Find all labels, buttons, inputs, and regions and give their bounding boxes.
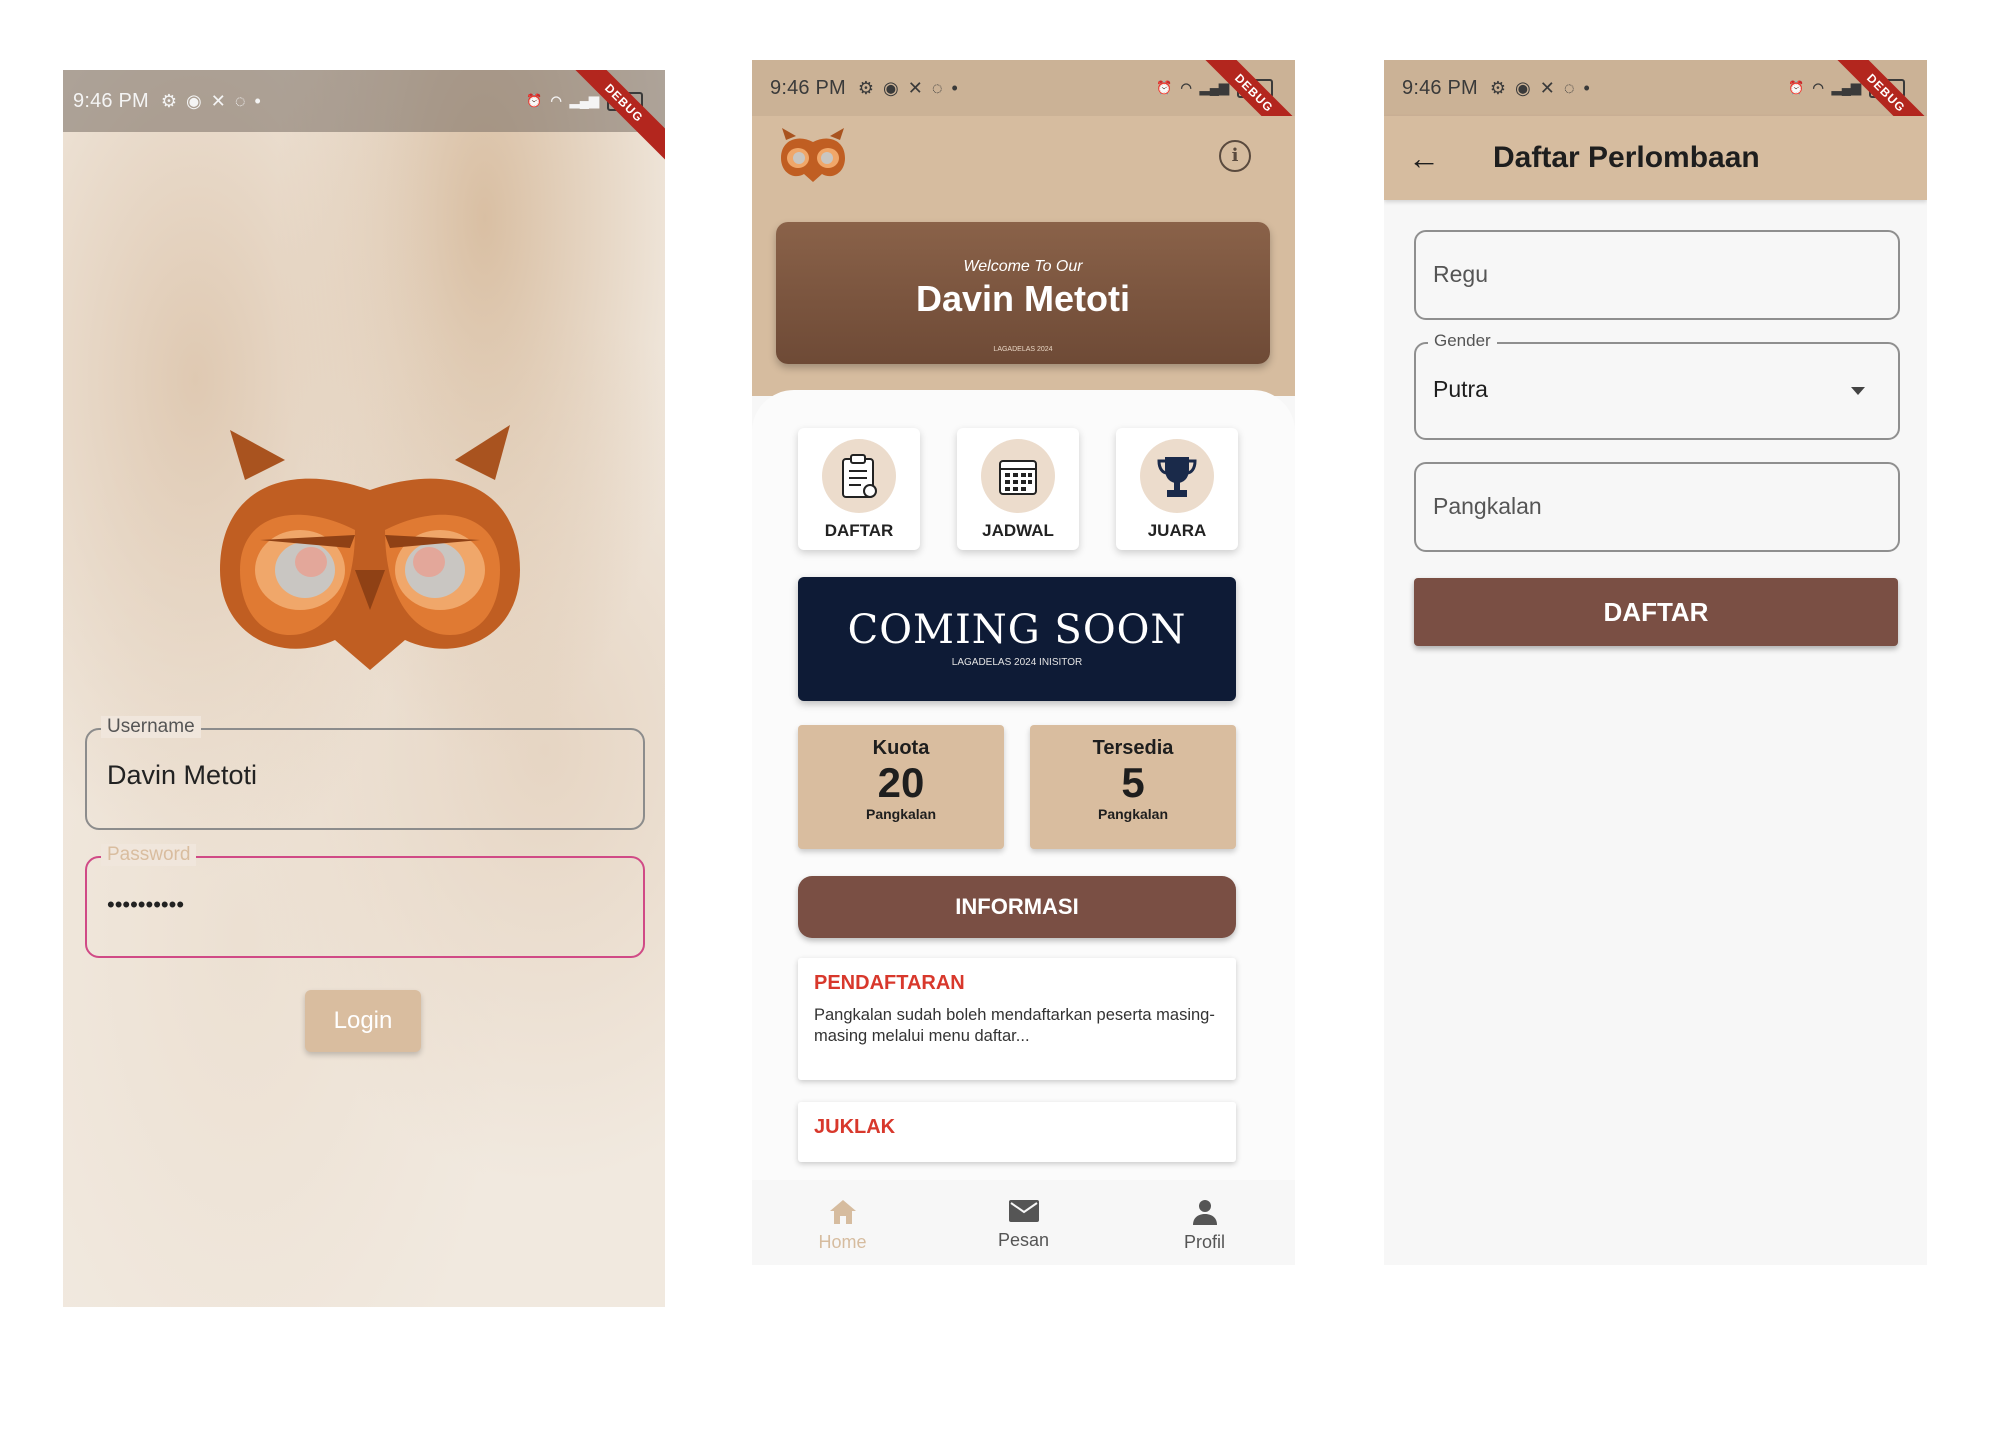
alarm-icon: ⏰ <box>1156 80 1173 95</box>
banner-subtitle: Welcome To Our <box>963 258 1083 275</box>
notification-icons: ⚙ ◉ ✕ ◌ • <box>161 91 261 112</box>
dropdown-arrow-icon <box>1851 387 1865 395</box>
notification-icons: ⚙ ◉ ✕ ◌ • <box>1490 78 1590 99</box>
daftar-button[interactable]: DAFTAR <box>1414 578 1898 646</box>
news-title: JUKLAK <box>814 1116 896 1138</box>
back-arrow-icon[interactable]: ← <box>1408 142 1440 174</box>
menu-icon-circle <box>1140 439 1214 513</box>
x-icon: ✕ <box>907 77 923 98</box>
nav-label-profil: Profil <box>1183 1232 1225 1252</box>
whatsapp-icon: ◌ <box>234 90 246 111</box>
owl-logo-icon <box>781 128 845 182</box>
status-time: 9:46 PM <box>1402 76 1478 99</box>
signal-icon: ▂▄▆ <box>569 93 599 108</box>
menu-daftar[interactable]: DAFTAR <box>798 428 920 550</box>
password-value: •••••••••• <box>107 892 185 917</box>
home-screen: 9:46 PM ⚙ ◉ ✕ ◌ • ⏰ ◠ ▂▄▆ DEBUG i Welcom… <box>752 60 1295 1265</box>
menu-label-jadwal: JADWAL <box>982 521 1054 540</box>
gender-label: Gender <box>1428 331 1497 351</box>
dot-icon: • <box>1583 77 1590 98</box>
nav-label-pesan: Pesan <box>997 1230 1050 1250</box>
login-button[interactable]: Login <box>305 990 421 1052</box>
nav-pesan[interactable]: Pesan <box>933 1180 1114 1265</box>
page-title: Daftar Perlombaan <box>1493 141 1760 174</box>
status-time: 9:46 PM <box>770 76 846 99</box>
wifi-icon: ◠ <box>550 93 562 108</box>
gender-value: Putra <box>1433 376 1488 402</box>
app-bar: ← Daftar Perlombaan <box>1384 116 1927 200</box>
regu-input[interactable]: Regu <box>1414 230 1900 320</box>
regu-placeholder: Regu <box>1433 261 1488 287</box>
stat-value: 5 <box>1121 759 1145 806</box>
info-icon[interactable]: i <box>1219 140 1251 172</box>
bottom-navigation: Home Pesan Profil <box>752 1180 1295 1265</box>
news-body: Pangkalan sudah boleh mendaftarkan peser… <box>814 1006 1215 1045</box>
x-icon: ✕ <box>210 90 226 111</box>
calendar-icon <box>999 460 1037 495</box>
gear-icon: ⚙ <box>1489 77 1507 98</box>
wifi-icon: ◠ <box>1812 80 1824 95</box>
coming-soon-title: COMING SOON <box>847 607 1187 653</box>
menu-jadwal[interactable]: JADWAL <box>957 428 1079 550</box>
clipboard-icon <box>842 454 877 498</box>
whatsapp-icon: ◌ <box>931 77 943 98</box>
whatsapp-icon: ◌ <box>1563 77 1575 98</box>
signal-icon: ▂▄▆ <box>1199 80 1229 95</box>
alarm-icon: ⏰ <box>1788 80 1805 95</box>
dot-icon: • <box>951 77 958 98</box>
coming-soon-subtitle: LAGADELAS 2024 INISITOR <box>951 657 1083 668</box>
dot-icon: • <box>254 90 261 111</box>
wifi-icon: ◠ <box>1180 80 1192 95</box>
pangkalan-placeholder: Pangkalan <box>1433 493 1542 519</box>
nav-label-home: Home <box>818 1232 867 1252</box>
stat-header: Tersedia <box>1092 737 1174 759</box>
stat-tersedia: Tersedia 5 Pangkalan <box>1030 725 1236 849</box>
notification-icons: ⚙ ◉ ✕ ◌ • <box>858 78 958 99</box>
stat-kuota: Kuota 20 Pangkalan <box>798 725 1004 849</box>
password-field[interactable]: Password •••••••••• <box>85 844 645 958</box>
nav-profil[interactable]: Profil <box>1114 1180 1295 1265</box>
home-icon <box>829 1200 856 1224</box>
stat-value: 20 <box>877 759 925 806</box>
news-card[interactable]: PENDAFTARAN Pangkalan sudah boleh mendaf… <box>798 958 1236 1080</box>
spotify-icon: ◉ <box>186 90 202 111</box>
nav-home[interactable]: Home <box>752 1180 933 1265</box>
username-field[interactable]: Username Davin Metoti <box>85 716 645 830</box>
status-time: 9:46 PM <box>73 89 149 112</box>
gender-select[interactable]: Gender Putra <box>1414 331 1900 440</box>
menu-icon-circle <box>822 439 896 513</box>
status-bar: 9:46 PM ⚙ ◉ ✕ ◌ • ⏰ ◠ ▂▄▆ 65 <box>63 70 665 132</box>
news-title: PENDAFTARAN <box>814 972 965 994</box>
stat-unit: Pangkalan <box>1097 806 1169 822</box>
person-icon <box>1192 1200 1217 1225</box>
gear-icon: ⚙ <box>857 77 875 98</box>
signal-icon: ▂▄▆ <box>1831 80 1861 95</box>
password-label: Password <box>101 844 197 866</box>
spotify-icon: ◉ <box>1515 77 1531 98</box>
menu-icon-circle <box>981 439 1055 513</box>
login-screen: 9:46 PM ⚙ ◉ ✕ ◌ • ⏰ ◠ ▂▄▆ 65 DEBUG U <box>63 70 665 1307</box>
news-card[interactable]: JUKLAK <box>798 1102 1236 1162</box>
mail-icon <box>1008 1200 1039 1222</box>
register-screen: 9:46 PM ⚙ ◉ ✕ ◌ • ⏰ ◠ ▂▄▆ DEBUG ← Daftar… <box>1384 60 1927 1265</box>
welcome-banner: Welcome To Our Davin Metoti LAGADELAS 20… <box>776 222 1270 364</box>
menu-label-daftar: DAFTAR <box>824 521 894 540</box>
x-icon: ✕ <box>1539 77 1555 98</box>
pangkalan-input[interactable]: Pangkalan <box>1414 462 1900 552</box>
spotify-icon: ◉ <box>883 77 899 98</box>
informasi-button[interactable]: INFORMASI <box>798 876 1236 938</box>
username-value: Davin Metoti <box>107 760 258 790</box>
banner-title: Davin Metoti <box>915 278 1130 319</box>
username-label: Username <box>101 716 201 738</box>
banner-footer: LAGADELAS 2024 <box>993 346 1053 353</box>
trophy-icon <box>1157 457 1197 497</box>
menu-juara[interactable]: JUARA <box>1116 428 1238 550</box>
gear-icon: ⚙ <box>160 90 178 111</box>
coming-soon-banner: COMING SOON LAGADELAS 2024 INISITOR <box>798 577 1236 701</box>
menu-label-juara: JUARA <box>1147 521 1207 540</box>
stat-unit: Pangkalan <box>865 806 937 822</box>
owl-logo-icon <box>220 425 520 670</box>
stat-header: Kuota <box>872 737 930 759</box>
alarm-icon: ⏰ <box>526 93 543 108</box>
